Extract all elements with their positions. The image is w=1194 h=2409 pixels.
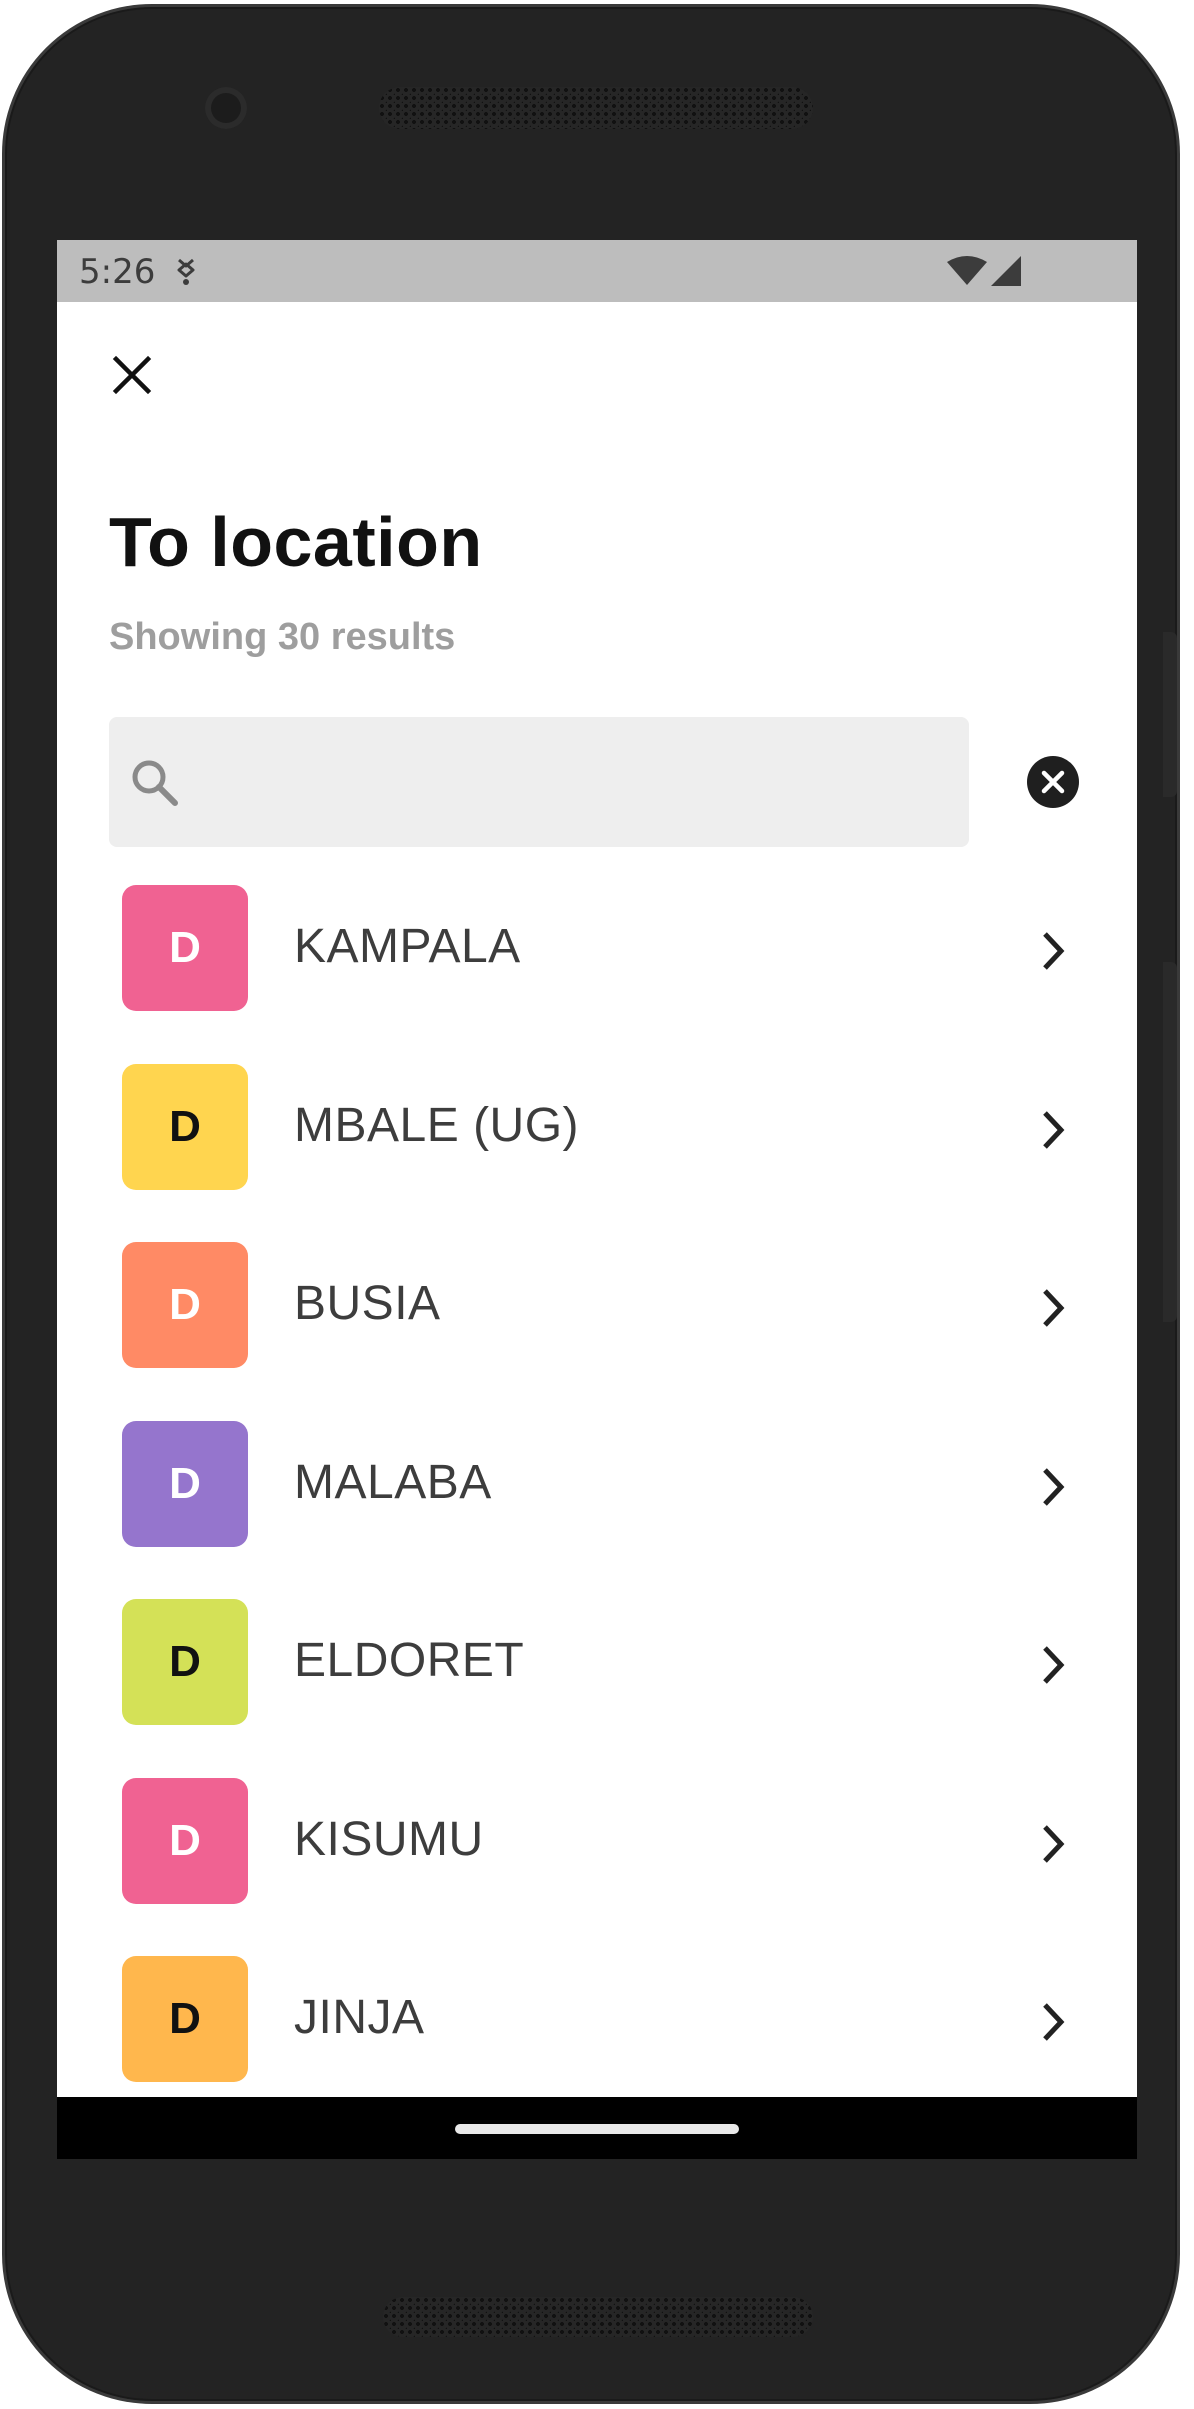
list-item[interactable]: D KAMPALA — [57, 885, 1137, 1063]
status-time: 5:26 — [79, 252, 156, 292]
search-field[interactable] — [109, 717, 969, 847]
status-bar: 5:26 — [57, 240, 1137, 302]
page-title: To location — [109, 503, 483, 581]
clear-search-button[interactable] — [1027, 756, 1079, 808]
location-badge: D — [122, 1778, 248, 1904]
data-saver-icon — [177, 258, 195, 285]
chevron-right-icon — [1043, 1111, 1065, 1149]
power-button — [1163, 962, 1177, 1322]
list-item[interactable]: D ELDORET — [57, 1599, 1137, 1777]
top-speaker-grille — [379, 87, 813, 129]
wifi-icon — [947, 256, 987, 285]
list-item[interactable]: D MBALE (UG) — [57, 1064, 1137, 1242]
chevron-right-icon — [1043, 1289, 1065, 1327]
location-name: BUSIA — [294, 1277, 441, 1330]
list-item[interactable]: D MALABA — [57, 1421, 1137, 1599]
list-item[interactable]: D KISUMU — [57, 1778, 1137, 1956]
location-badge: D — [122, 1956, 248, 2082]
phone-frame: 5:26 To location Showing 30 results D KA… — [2, 4, 1180, 2404]
close-icon — [112, 355, 152, 395]
location-name: KISUMU — [294, 1813, 484, 1866]
location-name: JINJA — [294, 1991, 425, 2044]
chevron-right-icon — [1043, 932, 1065, 970]
bottom-speaker-grille — [383, 2297, 813, 2337]
chevron-right-icon — [1043, 1468, 1065, 1506]
results-count: Showing 30 results — [109, 616, 456, 658]
list-item[interactable]: D BUSIA — [57, 1242, 1137, 1420]
clear-circle-icon — [1041, 770, 1065, 794]
location-badge: D — [122, 885, 248, 1011]
search-icon — [132, 760, 178, 806]
location-name: KAMPALA — [294, 920, 521, 973]
front-camera — [205, 87, 247, 129]
chevron-right-icon — [1043, 1825, 1065, 1863]
chevron-right-icon — [1043, 1646, 1065, 1684]
screen: 5:26 To location Showing 30 results D KA… — [57, 240, 1137, 2159]
chevron-right-icon — [1043, 2003, 1065, 2041]
location-badge: D — [122, 1421, 248, 1547]
cell-signal-icon — [991, 256, 1021, 286]
location-badge: D — [122, 1064, 248, 1190]
location-name: ELDORET — [294, 1634, 525, 1687]
location-badge: D — [122, 1242, 248, 1368]
volume-button — [1163, 632, 1177, 797]
home-gesture-handle[interactable] — [455, 2124, 739, 2134]
search-input[interactable] — [199, 717, 949, 847]
location-name: MBALE (UG) — [294, 1099, 580, 1152]
close-button[interactable] — [107, 350, 157, 400]
location-name: MALABA — [294, 1456, 492, 1509]
navigation-bar — [57, 2097, 1137, 2159]
location-badge: D — [122, 1599, 248, 1725]
